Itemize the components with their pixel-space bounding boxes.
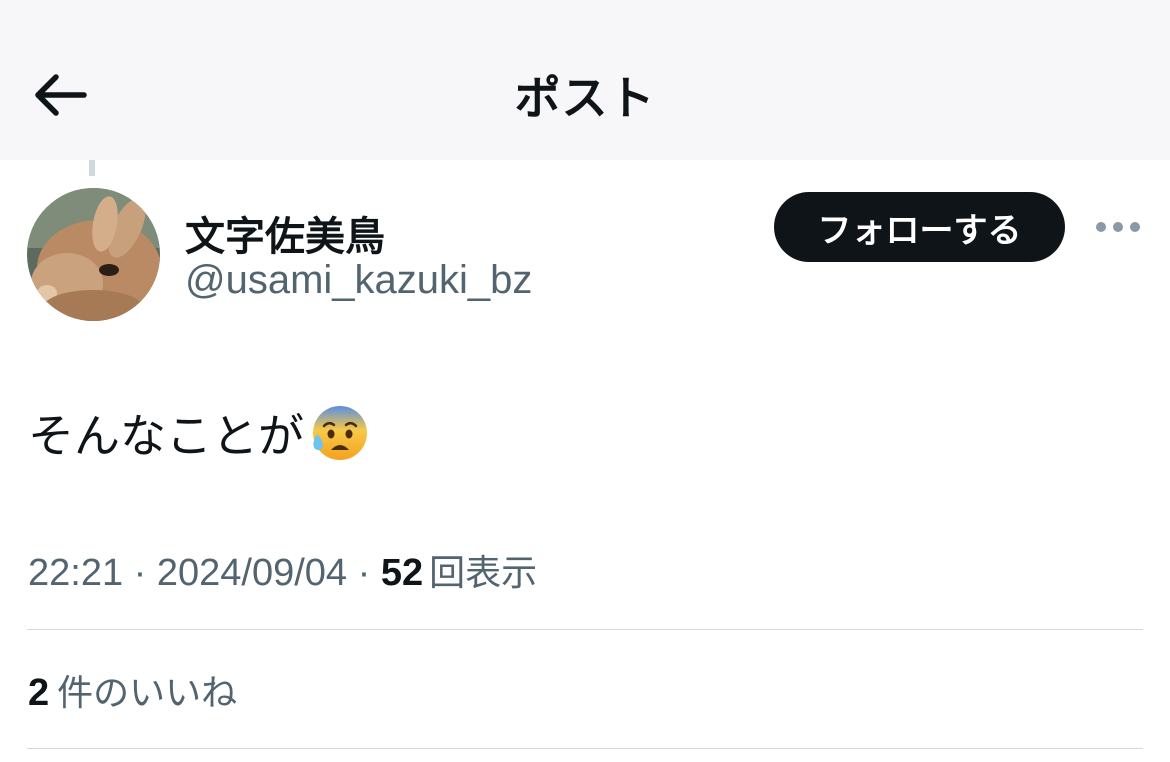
likes-stat[interactable]: 2 件のいいね <box>28 664 237 716</box>
top-bar: ポスト <box>0 0 1170 160</box>
avatar[interactable] <box>27 188 160 321</box>
meta-separator: · <box>123 552 157 594</box>
post-metadata: 22:21 · 2024/09/04 · 52 回表示 <box>28 544 537 596</box>
thread-connector-line <box>89 160 95 176</box>
anxious-face-with-sweat-emoji-icon <box>310 404 368 462</box>
post-date[interactable]: 2024/09/04 <box>157 552 347 595</box>
more-horizontal-icon <box>1096 222 1140 232</box>
author-handle[interactable]: @usami_kazuki_bz <box>185 258 532 303</box>
views-label: 回表示 <box>429 553 538 594</box>
post-time[interactable]: 22:21 <box>28 552 123 595</box>
likes-count: 2 <box>28 672 50 714</box>
meta-separator: · <box>347 552 381 594</box>
more-options-button[interactable] <box>1090 210 1146 244</box>
divider <box>27 629 1143 630</box>
page-title: ポスト <box>514 71 656 125</box>
author-display-name[interactable]: 文字佐美鳥 <box>185 204 385 262</box>
likes-label: 件のいいね <box>57 673 238 714</box>
follow-button[interactable]: フォローする <box>774 192 1065 262</box>
rabbit-avatar-image <box>27 188 160 321</box>
post-text: そんなことが <box>28 409 304 463</box>
post-body: そんなことが <box>28 400 368 466</box>
divider <box>27 748 1143 749</box>
views-count: 52 <box>380 552 424 594</box>
